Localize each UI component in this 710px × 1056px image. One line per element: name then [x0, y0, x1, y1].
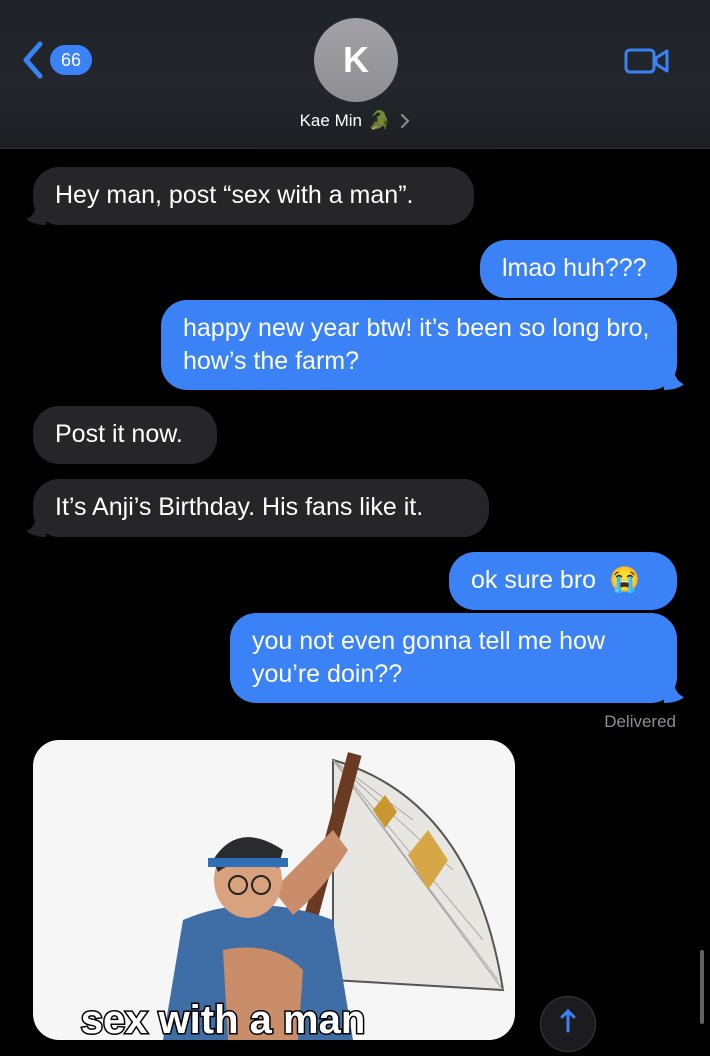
bubble-tail — [26, 515, 46, 537]
crying-emoji: 😭 — [609, 566, 641, 594]
bubble-tail — [664, 368, 684, 390]
chevron-right-icon — [401, 113, 410, 128]
message-text: ok sure bro — [471, 566, 597, 594]
contact-emoji: 🐊 — [367, 110, 391, 130]
message-text: happy new year btw! it’s been so long br… — [183, 314, 650, 375]
unread-count-badge: 66 — [50, 45, 92, 75]
message-bubble-received[interactable]: Hey man, post “sex with a man”. — [26, 167, 474, 225]
contact-name: Kae Min — [299, 110, 362, 130]
message-text: Hey man, post “sex with a man”. — [55, 181, 414, 209]
message-bubble-sent[interactable]: ok sure bro 😭 — [449, 552, 677, 610]
video-call-icon[interactable] — [624, 46, 670, 76]
avatar-initial: K — [343, 39, 369, 80]
meme-image: sex with a man — [79, 752, 505, 1040]
message-bubble-sent[interactable]: you not even gonna tell me how you’re do… — [230, 613, 684, 703]
message-text: It’s Anji’s Birthday. His fans like it. — [55, 493, 424, 521]
message-bubble-received[interactable]: Post it now. — [33, 406, 217, 464]
back-button[interactable]: 66 — [18, 40, 92, 80]
image-message[interactable]: sex with a man — [33, 740, 515, 1040]
meme-caption: sex with a man — [81, 998, 366, 1040]
delivered-status: Delivered — [604, 712, 676, 731]
message-text: lmao huh??? — [502, 254, 647, 282]
message-text: Post it now. — [55, 420, 183, 448]
fan-illustration — [332, 758, 505, 992]
contact-avatar[interactable]: K — [314, 18, 398, 102]
message-bubble-received[interactable]: It’s Anji’s Birthday. His fans like it. — [26, 479, 489, 537]
message-text: you not even gonna tell me how you’re do… — [252, 627, 606, 688]
contact-name-row[interactable]: Kae Min 🐊 — [0, 110, 710, 131]
bubble-tail — [26, 203, 46, 225]
chevron-left-icon — [23, 41, 43, 79]
message-bubble-sent[interactable]: happy new year btw! it’s been so long br… — [161, 300, 684, 390]
scrollbar[interactable] — [700, 950, 704, 1024]
message-bubble-sent[interactable]: lmao huh??? — [480, 240, 677, 298]
share-icon — [560, 1008, 576, 1033]
tapback-button[interactable] — [540, 996, 596, 1052]
bubble-tail — [664, 681, 684, 703]
conversation-header: 66 K Kae Min 🐊 — [0, 0, 710, 149]
